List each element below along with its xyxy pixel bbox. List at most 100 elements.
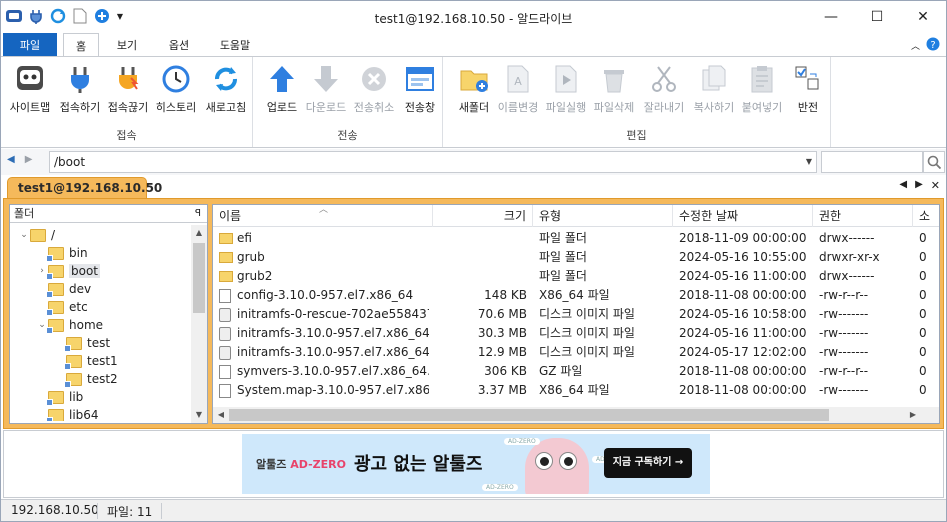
ad-headline: 광고 없는 알툴즈 [354, 454, 483, 475]
tab-file[interactable]: 파일 [3, 33, 57, 56]
file-row[interactable]: efi 파일 폴더 2018-11-09 00:00:00 drwx------ 0 [213, 229, 939, 248]
maximize-button[interactable]: ☐ [854, 1, 900, 33]
help-icon[interactable]: ? [926, 37, 940, 54]
minimize-button[interactable]: — [808, 1, 854, 33]
refresh-button[interactable]: 새로고침 [201, 63, 251, 115]
file-row[interactable]: grub 파일 폴더 2024-05-16 10:55:00 drwxr-xr-x 0 [213, 248, 939, 267]
file-icon [219, 365, 231, 379]
file-row[interactable]: symvers-3.10.0-957.el7.x86_64.gz 306 KB GZ… [213, 362, 939, 381]
cell-type: 디스크 이미지 파일 [539, 326, 635, 340]
ad-banner[interactable]: 알툴즈 AD-ZERO 광고 없는 알툴즈 AD-ZERO AD-ZERO AD… [242, 434, 710, 494]
cell-modified: 2018-11-08 00:00:00 [679, 288, 807, 302]
folder-tree-node[interactable]: bin [36, 244, 88, 262]
scroll-up-icon[interactable]: ▲ [191, 225, 207, 241]
cell-name: config-3.10.0-957.el7.x86_64 [237, 288, 414, 302]
file-row[interactable]: initramfs-3.10.0-957.el7.x86_64.i... 30.3… [213, 324, 939, 343]
download-button[interactable]: 다운로드 [301, 63, 351, 115]
sitemap-button[interactable]: 사이트맵 [5, 63, 55, 115]
file-row[interactable]: initramfs-0-rescue-702ae5584379... 70.6 M… [213, 305, 939, 324]
expand-chevron-icon[interactable]: ⌄ [18, 230, 30, 240]
file-row[interactable]: grub2 파일 폴더 2024-05-16 11:00:00 drwx------ 0 [213, 267, 939, 286]
column-permissions[interactable]: 권한 [813, 205, 913, 227]
invert-selection-button[interactable]: 반전 [783, 63, 833, 115]
scroll-left-icon[interactable]: ◀ [213, 407, 229, 423]
sort-ascending-icon: ︿ [319, 205, 329, 215]
plug-icon [55, 63, 105, 95]
folder-icon [46, 264, 64, 280]
cut-button[interactable]: 잘라내기 [639, 63, 689, 115]
session-tab[interactable]: test1@192.168.10.50 [7, 177, 162, 199]
folder-tree-node[interactable]: dev [36, 280, 91, 298]
tab-close-icon[interactable]: ✕ [931, 179, 940, 192]
cell-type: 파일 폴더 [539, 231, 587, 245]
rename-button[interactable]: A 이름변경 [493, 63, 543, 115]
cell-name: initramfs-3.10.0-957.el7.x86_64k... [237, 345, 429, 359]
connect-button[interactable]: 접속하기 [55, 63, 105, 115]
scroll-right-icon[interactable]: ▶ [905, 407, 921, 423]
folder-tree-scrollbar[interactable]: ▲ ▼ [191, 225, 207, 423]
scroll-thumb[interactable] [193, 243, 205, 313]
column-type[interactable]: 유형 [533, 205, 673, 227]
paste-button[interactable]: 붙여넣기 [737, 63, 787, 115]
path-dropdown-icon[interactable]: ▼ [806, 152, 812, 172]
run-file-button[interactable]: 파일실행 [541, 63, 591, 115]
folder-icon [64, 336, 82, 352]
cancel-transfer-button[interactable]: 전송취소 [349, 63, 399, 115]
tab-view[interactable]: 보기 [105, 33, 149, 56]
pin-icon[interactable]: ꟼ [195, 205, 201, 223]
folder-tree-node[interactable]: lib64 [36, 406, 99, 421]
ribbon: 사이트맵 접속하기 접속끊기 히스토리 새로고침 접속 업로드 다운로드 전송취… [1, 56, 946, 148]
ribbon-tab-bar: 파일 홈 보기 옵션 도움말 ︿ ? [1, 33, 946, 57]
folder-tree-node[interactable]: › boot [36, 262, 101, 280]
cell-owner: 0 [919, 269, 927, 283]
search-icon[interactable] [923, 151, 945, 173]
folder-tree-node[interactable]: ⌄ / [18, 226, 55, 244]
folder-tree-node[interactable]: ⌄ home [36, 316, 103, 334]
transfer-window-button[interactable]: 전송창 [395, 63, 445, 115]
file-row[interactable]: System.map-3.10.0-957.el7.x86_64 3.37 MB X… [213, 381, 939, 400]
cell-size: 306 KB [484, 364, 527, 378]
disconnect-button[interactable]: 접속끊기 [103, 63, 153, 115]
tab-help[interactable]: 도움말 [207, 33, 263, 56]
cell-owner: 0 [919, 307, 927, 321]
column-name[interactable]: ︿ 이름 [213, 205, 433, 227]
folder-tree-node[interactable]: test2 [54, 370, 118, 388]
ad-brand: 알툴즈 AD-ZERO [256, 458, 346, 471]
collapse-ribbon-icon[interactable]: ︿ [911, 39, 920, 52]
delete-file-button[interactable]: 파일삭제 [589, 63, 639, 115]
column-modified[interactable]: 수정한 날짜 [673, 205, 813, 227]
tab-prev-icon[interactable]: ◀ [899, 179, 907, 192]
back-arrow-icon[interactable]: ◀ [7, 154, 15, 165]
history-button[interactable]: 히스토리 [151, 63, 201, 115]
copy-button[interactable]: 복사하기 [689, 63, 739, 115]
forward-arrow-icon[interactable]: ▶ [25, 154, 33, 165]
search-input[interactable] [821, 151, 923, 173]
close-button[interactable]: ✕ [900, 1, 946, 33]
folder-tree-node[interactable]: lib [36, 388, 83, 406]
refresh-large-icon [201, 63, 251, 95]
new-folder-button[interactable]: 새폴더 [449, 63, 499, 115]
ad-subscribe-button[interactable]: 지금 구독하기 → [604, 448, 692, 478]
file-list-hscrollbar[interactable]: ◀ ▶ [213, 407, 939, 423]
scroll-down-icon[interactable]: ▼ [191, 407, 207, 423]
upload-button[interactable]: 업로드 [257, 63, 307, 115]
cell-modified: 2024-05-16 11:00:00 [679, 326, 807, 340]
file-row[interactable]: initramfs-3.10.0-957.el7.x86_64k... 12.9 … [213, 343, 939, 362]
ribbon-group-edit: 새폴더 A 이름변경 파일실행 파일삭제 잘라내기 복사하기 붙여넣기 반전 편… [443, 57, 831, 147]
column-size[interactable]: 크기 [433, 205, 533, 227]
path-input[interactable]: /boot ▼ [49, 151, 817, 173]
folder-tree-node[interactable]: test1 [54, 352, 118, 370]
column-owner[interactable]: 소 [913, 205, 939, 227]
file-row[interactable]: config-3.10.0-957.el7.x86_64 148 KB X86_64… [213, 286, 939, 305]
tab-home[interactable]: 홈 [63, 33, 99, 57]
status-host: 192.168.10.50 [11, 503, 99, 517]
folder-tree-node[interactable]: etc [36, 298, 88, 316]
tab-options[interactable]: 옵션 [157, 33, 201, 56]
cell-modified: 2018-11-09 00:00:00 [679, 231, 807, 245]
cell-modified: 2018-11-08 00:00:00 [679, 383, 807, 397]
folder-tree-label: boot [69, 264, 101, 278]
sitemap-icon [5, 63, 55, 95]
tab-next-icon[interactable]: ▶ [915, 179, 923, 192]
hscroll-thumb[interactable] [229, 409, 829, 421]
folder-tree-node[interactable]: test [54, 334, 110, 352]
